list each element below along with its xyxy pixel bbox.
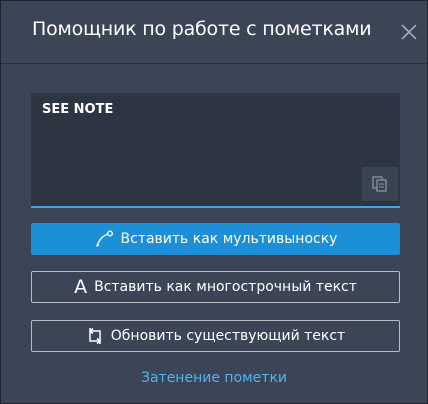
insert-multileader-label: Вставить как мультивыноску — [120, 231, 338, 247]
markup-shading-link[interactable]: Затенение пометки — [1, 370, 427, 386]
markup-text-field[interactable]: SEE NOTE — [31, 93, 400, 208]
copy-icon — [372, 176, 387, 192]
refresh-icon — [86, 326, 104, 346]
panel-header: Помощник по работе с пометками — [1, 1, 427, 64]
insert-mtext-button[interactable]: A Вставить как многострочный текст — [31, 271, 400, 303]
panel-title: Помощник по работе с пометками — [32, 18, 372, 40]
close-icon[interactable] — [399, 22, 419, 42]
markup-assist-panel: Помощник по работе с пометками SEE NOTE — [0, 0, 428, 404]
markup-text-value[interactable]: SEE NOTE — [42, 102, 113, 117]
mtext-icon: A — [74, 275, 88, 298]
update-text-label: Обновить существующий текст — [110, 328, 346, 344]
insert-mtext-label: Вставить как многострочный текст — [94, 279, 357, 295]
update-text-button[interactable]: Обновить существующий текст — [31, 320, 400, 352]
multileader-icon — [94, 230, 114, 248]
insert-multileader-button[interactable]: Вставить как мультивыноску — [31, 223, 400, 255]
copy-button[interactable] — [362, 167, 398, 201]
